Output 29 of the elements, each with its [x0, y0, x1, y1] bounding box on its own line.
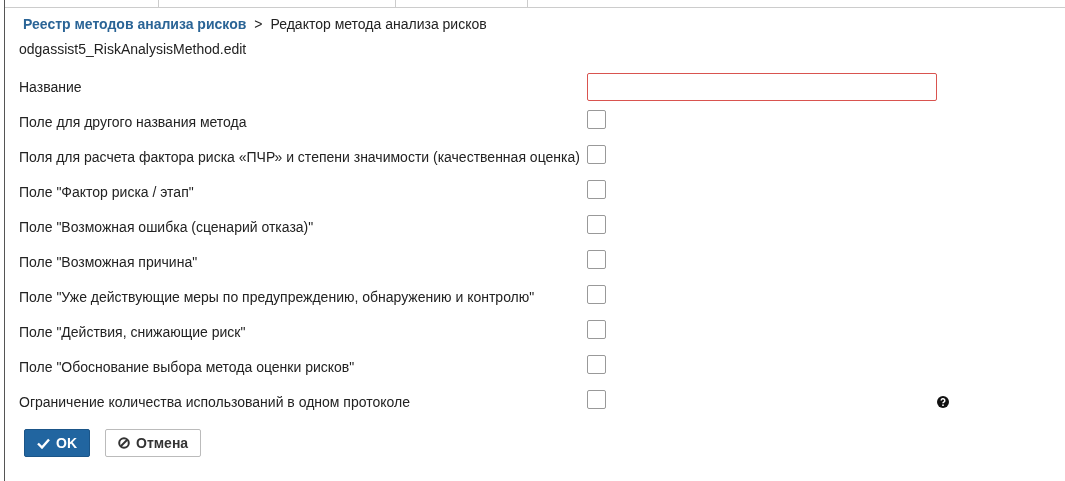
checkbox[interactable] — [587, 215, 606, 234]
help-icon[interactable] — [937, 395, 949, 408]
checkbox[interactable] — [587, 180, 606, 199]
field-label: Поле "Уже действующие меры по предупреждению, обнаружению и контролю" — [19, 287, 536, 307]
checkbox[interactable] — [587, 250, 606, 269]
ban-icon — [118, 437, 130, 449]
field-label: Поле "Фактор риска / этап" — [19, 182, 195, 202]
field-label: Поле "Возможная причина" — [19, 252, 199, 272]
field-label: Поле "Действия, снижающие риск" — [19, 322, 247, 342]
checkbox[interactable] — [587, 355, 606, 374]
checkbox[interactable] — [587, 285, 606, 304]
breadcrumb-link[interactable]: Реестр методов анализа рисков — [23, 16, 247, 32]
checkbox[interactable] — [587, 145, 606, 164]
cancel-button[interactable]: Отмена — [105, 429, 202, 457]
screen-id: odgassist5_RiskAnalysisMethod.edit — [19, 41, 248, 57]
breadcrumb-separator: > — [254, 16, 263, 32]
ok-button[interactable]: OK — [24, 429, 90, 457]
checkbox[interactable] — [587, 110, 606, 129]
check-icon — [37, 437, 50, 449]
field-label: Ограничение количества использований в одном протоколе — [19, 392, 411, 412]
field-label: Поле "Возможная ошибка (сценарий отказа)" — [19, 217, 315, 237]
checkbox[interactable] — [587, 390, 606, 409]
field-label: Поле для другого названия метода — [19, 112, 248, 132]
name-input[interactable] — [587, 72, 937, 101]
breadcrumb-current: Редактор метода анализа рисков — [270, 16, 487, 32]
field-label: Поле "Обоснование выбора метода оценки рисков" — [19, 357, 356, 377]
field-label: Название — [19, 77, 83, 97]
checkbox[interactable] — [587, 320, 606, 339]
field-label: Поля для расчета фактора риска «ПЧР» и степени значимости (качественная оценка) — [19, 147, 581, 167]
